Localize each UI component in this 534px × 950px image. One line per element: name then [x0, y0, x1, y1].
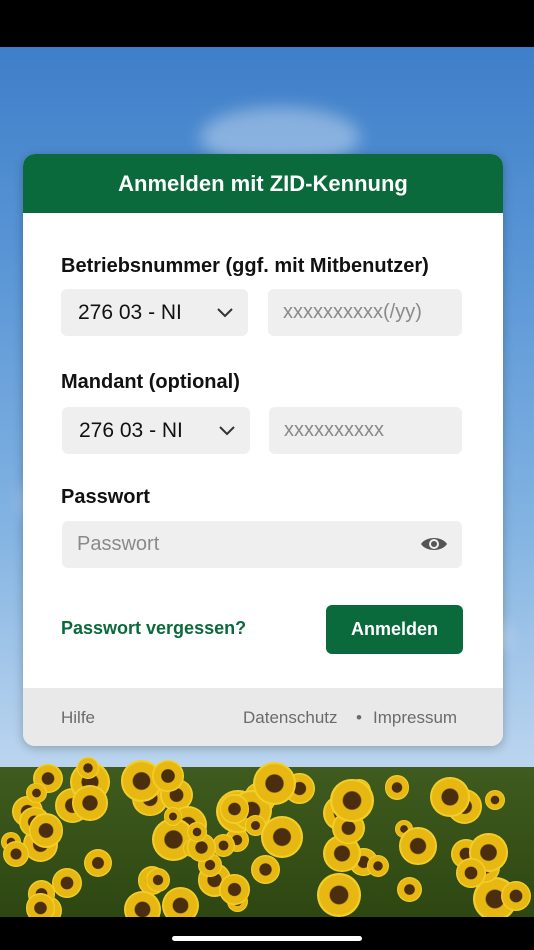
- betriebsnummer-input[interactable]: xxxxxxxxxx(/yy): [268, 289, 462, 336]
- sunflower: [29, 813, 64, 848]
- sunflower: [396, 877, 422, 903]
- forgot-password-link[interactable]: Passwort vergessen?: [61, 618, 246, 639]
- sunflower: [317, 873, 362, 917]
- sunflower: [163, 807, 183, 826]
- home-indicator[interactable]: [172, 936, 362, 941]
- sunflower: [501, 881, 532, 911]
- sunflower: [218, 874, 250, 906]
- footer-separator: •: [356, 708, 362, 727]
- login-button[interactable]: Anmelden: [326, 605, 463, 654]
- sunflower: [161, 887, 199, 917]
- sunflower: [77, 757, 99, 779]
- sunflower: [430, 777, 471, 817]
- chevron-down-icon: [219, 426, 235, 436]
- sunflower: [72, 785, 108, 821]
- betriebsnummer-placeholder: xxxxxxxxxx(/yy): [283, 301, 422, 323]
- sunflower: [329, 778, 374, 823]
- help-link[interactable]: Hilfe: [61, 708, 95, 728]
- sunflower: [384, 775, 409, 800]
- status-bar: [0, 0, 534, 47]
- mandant-label: Mandant (optional): [61, 371, 240, 393]
- eye-icon[interactable]: [420, 534, 448, 554]
- card-footer: Hilfe Datenschutz • Impressum: [23, 688, 503, 746]
- sunflower: [26, 783, 47, 804]
- imprint-link[interactable]: Impressum: [373, 708, 457, 728]
- sunflower: [187, 822, 207, 842]
- card-title: Anmelden mit ZID-Kennung: [23, 154, 503, 213]
- password-input[interactable]: Passwort: [62, 521, 462, 568]
- betrieb-select-value: 276 03 - NI: [78, 300, 182, 324]
- password-label: Passwort: [61, 486, 150, 508]
- sunflower: [456, 858, 486, 888]
- sunflower: [261, 816, 303, 858]
- mandant-placeholder: xxxxxxxxxx: [284, 419, 384, 441]
- sunflower: [366, 854, 389, 877]
- sunflower: [251, 855, 281, 885]
- sunflower: [84, 849, 113, 878]
- privacy-link[interactable]: Datenschutz: [243, 708, 338, 728]
- sunflower: [484, 790, 505, 811]
- sunflower: [123, 890, 161, 917]
- sunflower: [399, 827, 437, 865]
- sunflower: [51, 868, 82, 899]
- login-card: Anmelden mit ZID-Kennung Betriebsnummer …: [23, 154, 503, 746]
- sunflower: [2, 841, 29, 867]
- bottom-bar: [0, 917, 534, 950]
- sunflower: [253, 761, 297, 805]
- mandant-select-value: 276 03 - NI: [79, 418, 183, 442]
- betriebsnummer-label: Betriebsnummer (ggf. mit Mitbenutzer): [61, 255, 429, 277]
- password-placeholder: Passwort: [77, 533, 160, 555]
- betrieb-country-select[interactable]: 276 03 - NI: [61, 289, 248, 336]
- sunflower-field: [0, 757, 534, 917]
- sunflower: [146, 867, 171, 892]
- sunflower: [219, 793, 250, 824]
- sunflower: [25, 893, 55, 917]
- sunflower: [152, 760, 184, 792]
- mandant-country-select[interactable]: 276 03 - NI: [62, 407, 250, 454]
- chevron-down-icon: [217, 308, 233, 318]
- mandant-input[interactable]: xxxxxxxxxx: [269, 407, 462, 454]
